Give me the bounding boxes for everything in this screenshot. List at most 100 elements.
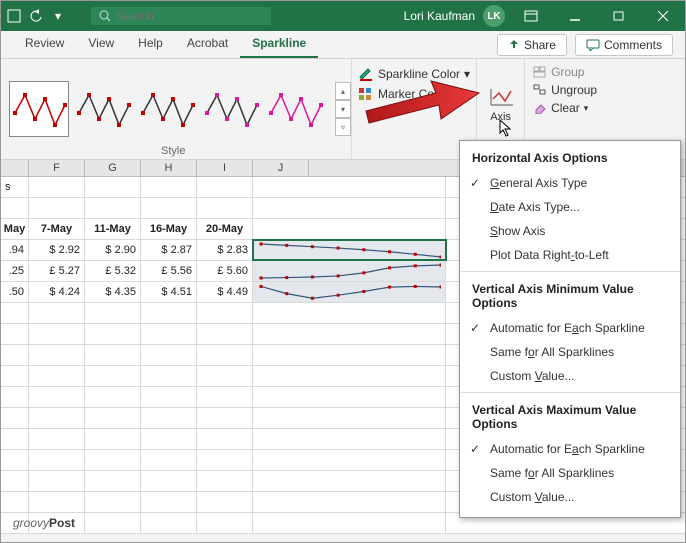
menu-item[interactable]: General Axis Type — [460, 171, 680, 195]
col-header[interactable] — [1, 160, 29, 176]
cell[interactable] — [197, 366, 253, 386]
cell[interactable] — [29, 471, 85, 491]
tab-acrobat[interactable]: Acrobat — [175, 30, 240, 58]
cell[interactable] — [29, 345, 85, 365]
col-header[interactable]: J — [253, 160, 309, 176]
redo-dropdown-icon[interactable]: ▾ — [49, 7, 67, 25]
cell[interactable] — [253, 492, 446, 512]
cell[interactable] — [253, 471, 446, 491]
cell[interactable]: 20-May — [197, 219, 253, 239]
ribbon-display-icon[interactable] — [513, 2, 549, 30]
cell[interactable] — [1, 408, 29, 428]
cell[interactable] — [85, 492, 141, 512]
cell[interactable] — [85, 324, 141, 344]
cell[interactable] — [1, 303, 29, 323]
cell[interactable] — [253, 177, 446, 197]
cell[interactable]: 7-May — [29, 219, 85, 239]
tab-review[interactable]: Review — [13, 30, 76, 58]
cell[interactable] — [85, 303, 141, 323]
cell[interactable] — [141, 450, 197, 470]
cell[interactable] — [253, 261, 446, 281]
cell[interactable] — [85, 450, 141, 470]
search-box[interactable] — [91, 7, 271, 25]
sparkline-style-gallery[interactable] — [1, 59, 333, 159]
cell[interactable] — [253, 450, 446, 470]
cell[interactable] — [141, 408, 197, 428]
cell[interactable]: .94 — [1, 240, 29, 260]
gallery-down-icon[interactable]: ▾ — [335, 100, 351, 118]
cell[interactable]: .50 — [1, 282, 29, 302]
cell[interactable] — [29, 198, 85, 218]
cell[interactable] — [141, 177, 197, 197]
cell[interactable]: $ 4.24 — [29, 282, 85, 302]
autosave-icon[interactable] — [5, 7, 23, 25]
cell[interactable] — [1, 345, 29, 365]
gallery-more-icon[interactable]: ▿ — [335, 118, 351, 136]
cell[interactable] — [141, 387, 197, 407]
style-thumb[interactable] — [265, 81, 325, 137]
tab-view[interactable]: View — [76, 30, 126, 58]
cell[interactable]: s — [1, 177, 29, 197]
undo-icon[interactable] — [27, 7, 45, 25]
menu-item[interactable]: Custom Value... — [460, 485, 680, 509]
menu-item[interactable]: Automatic for Each Sparkline — [460, 316, 680, 340]
menu-item[interactable]: Plot Data Right-to-Left — [460, 243, 680, 267]
col-header[interactable]: H — [141, 160, 197, 176]
cell[interactable] — [85, 471, 141, 491]
cell[interactable] — [141, 345, 197, 365]
cell[interactable] — [141, 198, 197, 218]
cell[interactable] — [85, 198, 141, 218]
user-name[interactable]: Lori Kaufman — [404, 9, 475, 23]
cell[interactable] — [29, 408, 85, 428]
cell[interactable]: £ 5.56 — [141, 261, 197, 281]
cell[interactable] — [1, 324, 29, 344]
menu-item[interactable]: Custom Value... — [460, 364, 680, 388]
cell[interactable] — [85, 429, 141, 449]
menu-item[interactable]: Date Axis Type... — [460, 195, 680, 219]
cell[interactable] — [253, 240, 446, 260]
cell[interactable]: 11-May — [85, 219, 141, 239]
cell[interactable] — [141, 429, 197, 449]
cell[interactable] — [253, 408, 446, 428]
tab-help[interactable]: Help — [126, 30, 175, 58]
user-avatar[interactable]: LK — [483, 5, 505, 27]
cell[interactable]: $ 4.35 — [85, 282, 141, 302]
cell[interactable] — [253, 387, 446, 407]
cell[interactable] — [141, 471, 197, 491]
cell[interactable] — [197, 177, 253, 197]
cell[interactable] — [253, 513, 446, 533]
cell[interactable] — [85, 177, 141, 197]
cell[interactable]: .25 — [1, 261, 29, 281]
cell[interactable] — [85, 345, 141, 365]
menu-item[interactable]: Same for All Sparklines — [460, 340, 680, 364]
cell[interactable] — [1, 366, 29, 386]
cell[interactable] — [29, 429, 85, 449]
cell[interactable] — [197, 408, 253, 428]
cell[interactable] — [197, 198, 253, 218]
clear-button[interactable]: Clear▾ — [533, 101, 597, 115]
cell[interactable] — [253, 219, 446, 239]
cell[interactable] — [1, 450, 29, 470]
cell[interactable] — [197, 513, 253, 533]
menu-item[interactable]: Show Axis — [460, 219, 680, 243]
maximize-button[interactable] — [601, 2, 637, 30]
share-button[interactable]: Share — [497, 34, 567, 56]
cell[interactable] — [141, 303, 197, 323]
cell[interactable] — [253, 303, 446, 323]
cell[interactable] — [29, 450, 85, 470]
cell[interactable] — [197, 450, 253, 470]
style-thumb[interactable] — [201, 81, 261, 137]
cell[interactable] — [29, 324, 85, 344]
cell[interactable] — [197, 429, 253, 449]
cell[interactable] — [253, 282, 446, 302]
menu-item[interactable]: Same for All Sparklines — [460, 461, 680, 485]
cell[interactable]: 16-May — [141, 219, 197, 239]
cell[interactable] — [197, 471, 253, 491]
cell[interactable] — [141, 324, 197, 344]
cell[interactable]: $ 2.87 — [141, 240, 197, 260]
cell[interactable] — [85, 408, 141, 428]
cell[interactable]: May — [1, 219, 29, 239]
cell[interactable] — [141, 366, 197, 386]
cell[interactable] — [1, 429, 29, 449]
cell[interactable] — [29, 366, 85, 386]
